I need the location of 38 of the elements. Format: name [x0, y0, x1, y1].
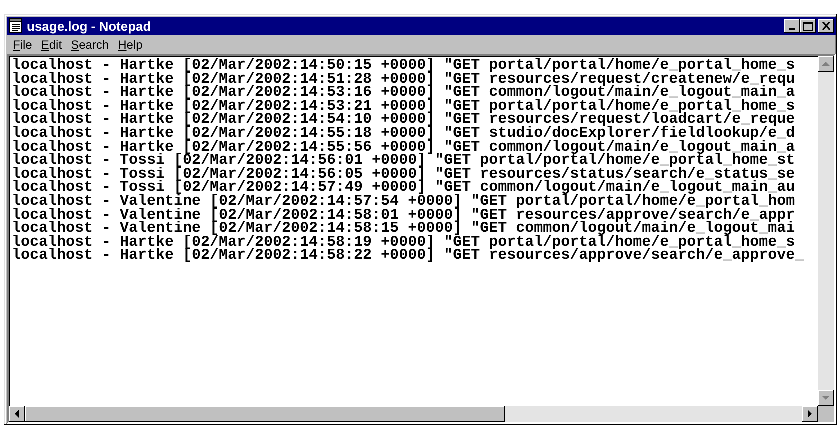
maximize-icon [803, 22, 813, 30]
log-line: localhost - Hartke [02/Mar/2002:14:58:22 +0000] "GET resources/approve/search/e_approve_ [12, 249, 806, 263]
log-line: localhost - Valentine [02/Mar/2002:14:58:15 +0000] "GET common/logout/main/e_logout_mai [12, 222, 796, 236]
menu-item[interactable]: Help [115, 38, 149, 52]
notepad-icon [9, 18, 23, 34]
down-arrow-icon [822, 396, 830, 400]
log-line: localhost - Hartke [02/Mar/2002:14:53:21 +0000] "GET portal/portal/home/e_portal_home_s [12, 100, 796, 114]
log-line: localhost - Tossi [02/Mar/2002:14:56:05 +0000] "GET resources/status/search/e_status_se [12, 168, 796, 182]
log-line: localhost - Hartke [02/Mar/2002:14:55:18 +0000] "GET studio/docExplorer/fieldlookup/e_d [12, 126, 796, 141]
scroll-up-button[interactable] [818, 56, 834, 72]
log-line: localhost - Hartke [02/Mar/2002:14:58:19 +0000] "GET portal/portal/home/e_portal_home_s [12, 236, 796, 250]
log-line: localhost - Tossi [02/Mar/2002:14:57:49 +0000] "GET common/logout/main/e_logout_main_au [12, 181, 796, 195]
log-line: localhost - Valentine [02/Mar/2002:14:57:54 +0000] "GET portal/portal/home/e_portal_hom [12, 194, 796, 209]
log-line: localhost - Hartke [02/Mar/2002:14:50:15 +0000] "GET portal/portal/home/e_portal_home_s [12, 59, 796, 73]
close-icon [822, 22, 830, 30]
log-line: localhost - Valentine [02/Mar/2002:14:58:01 +0000] "GET resources/approve/search/e_appr [12, 208, 796, 222]
scroll-left-button[interactable] [9, 406, 25, 422]
log-line: localhost - Hartke [02/Mar/2002:14:51:28 +0000] "GET resources/request/createnew/e_requ [12, 72, 796, 86]
menu-item[interactable]: Search [68, 38, 116, 52]
log-line: localhost - Hartke [02/Mar/2002:14:55:56 +0000] "GET common/logout/main/e_logout_main_a [12, 140, 796, 154]
scroll-thumb[interactable] [25, 406, 505, 422]
log-line: localhost - Hartke [02/Mar/2002:14:53:16 +0000] "GET common/logout/main/e_logout_main_a [12, 86, 796, 100]
log-line: localhost - Tossi [02/Mar/2002:14:56:01 +0000] "GET portal/portal/home/e_portal_home_st [12, 154, 796, 168]
minimize-button[interactable] [784, 19, 800, 33]
right-arrow-icon [808, 410, 812, 418]
left-arrow-icon [14, 410, 20, 418]
horizontal-scrollbar[interactable] [9, 406, 818, 422]
log-line: localhost - Hartke [02/Mar/2002:14:54:10 +0000] "GET resources/request/loadcart/e_reque [12, 113, 796, 127]
maximize-button[interactable] [800, 19, 816, 33]
vertical-scrollbar[interactable] [818, 56, 834, 406]
window-title: usage.log - Notepad [27, 18, 152, 34]
scroll-down-button[interactable] [818, 390, 834, 406]
menu-item[interactable]: File [10, 38, 38, 52]
up-arrow-icon [822, 62, 830, 66]
menu-item[interactable]: Edit [38, 38, 68, 52]
close-button[interactable] [818, 19, 834, 33]
scroll-right-button[interactable] [802, 406, 818, 422]
resize-grip[interactable] [818, 406, 834, 422]
